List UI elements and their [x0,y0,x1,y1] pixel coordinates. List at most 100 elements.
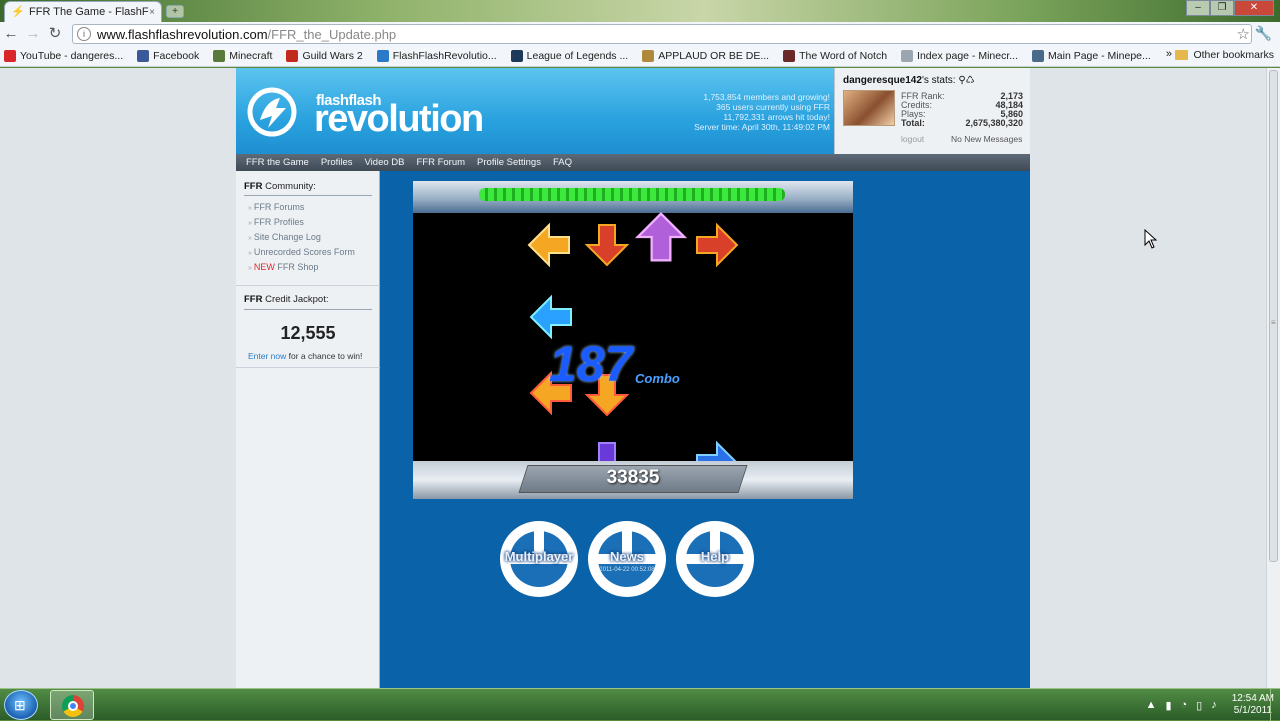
divider [236,367,380,368]
clock-date: 5/1/2011 [1233,705,1272,716]
new-tab-button[interactable]: + [166,5,184,18]
show-hidden-icons-icon[interactable]: ▲ [1146,699,1157,711]
notch-icon [783,50,796,62]
bookmark-item[interactable]: Facebook [133,50,199,62]
url-path: /FFR_the_Update.php [267,26,397,42]
site-stats: 1,753,854 members and growing! 365 users… [694,92,830,132]
vertical-scrollbar[interactable]: ≡ [1266,68,1280,688]
applaud-icon [642,50,655,62]
taskbar-chrome-button[interactable] [50,690,94,720]
logout-link[interactable]: logout [901,134,924,144]
news-button[interactable]: News 2011-04-22 00:52:08 [586,521,668,597]
sidebar-link-ffr-profiles[interactable]: FFR Profiles [248,217,304,227]
start-button[interactable]: ⊞ [4,690,38,720]
windows-taskbar: ⊞ ▲ ▮ ◔ ▯ ♪ 12:54 AM 5/1/2011 [0,688,1280,721]
facebook-icon [137,50,150,62]
show-desktop-button[interactable] [1270,689,1280,721]
bookmark-label: YouTube - dangeres... [20,50,124,62]
nav-ffr-forum[interactable]: FFR Forum [416,157,465,168]
bookmark-label: Guild Wars 2 [302,50,363,62]
sidebar: FFR Community: FFR Forums FFR Profiles S… [236,171,380,688]
bookmark-item[interactable]: League of Legends ... [507,50,628,62]
browser-toolbar: ← → ↻ i www.flashflashrevolution.com/FFR… [0,22,1280,46]
nav-video-db[interactable]: Video DB [365,157,405,168]
jackpot-enter-text: Enter now for a chance to win! [248,351,363,361]
receptor-down-arrow-icon [584,224,630,267]
avatar[interactable] [843,90,895,126]
nav-profiles[interactable]: Profiles [321,157,353,168]
bookmark-item[interactable]: The Word of Notch [779,50,887,62]
stat-members: 1,753,854 members and growing! [703,92,830,102]
taskbar-clock[interactable]: 12:54 AM 5/1/2011 [1232,693,1274,717]
tab-title: FFR The Game - FlashFlas... [29,6,149,18]
nav-profile-settings[interactable]: Profile Settings [477,157,541,168]
network-icon[interactable]: ▮ [1165,699,1171,712]
chrome-icon [62,695,84,717]
sidebar-link-ffr-shop[interactable]: NEW FFR Shop [248,262,319,272]
community-heading: FFR Community: [244,181,316,192]
combo-label: Combo [635,371,680,386]
maximize-button[interactable]: ❐ [1210,0,1234,16]
ffr-site: flashflash revolution 1,753,854 members … [236,68,1030,688]
bookmark-item[interactable]: Main Page - Minepe... [1028,50,1151,62]
clock-time: 12:54 AM [1231,693,1274,704]
stat-server-time: Server time: April 30th, 11:49:02 PM [694,122,830,132]
bookmark-item[interactable]: FlashFlashRevolutio... [373,50,497,62]
ffr-logo-icon[interactable] [246,86,298,138]
username-heading: dangeresque142's stats: ⚲♺ [843,75,975,86]
power-icon[interactable]: ▯ [1196,699,1202,712]
bookmark-item[interactable]: YouTube - dangeres... [0,50,123,62]
username-suffix: 's stats: [921,75,956,86]
divider [244,195,372,196]
volume-icon[interactable]: ♪ [1211,699,1217,711]
bookmark-star-icon[interactable]: ☆ [1237,25,1250,43]
scrollbar-thumb[interactable] [1269,70,1278,562]
nav-faq[interactable]: FAQ [553,157,572,168]
username[interactable]: dangeresque142 [843,75,922,86]
bookmark-item[interactable]: Guild Wars 2 [282,50,363,62]
messages-status[interactable]: No New Messages [951,134,1022,144]
ffr-icon [376,50,389,62]
game-canvas[interactable]: 187 Combo 33835 [413,181,853,499]
nav-ffr-the-game[interactable]: FFR the Game [246,157,309,168]
bookmarks-overflow-chevron[interactable]: » [1166,48,1172,60]
minimize-button[interactable]: – [1186,0,1210,16]
address-bar[interactable]: i www.flashflashrevolution.com/FFR_the_U… [72,24,1252,44]
multiplayer-button[interactable]: Multiplayer [498,521,580,597]
sidebar-link-site-change-log[interactable]: Site Change Log [248,232,321,242]
tab-close-icon[interactable]: × [149,7,155,18]
forward-button[interactable]: → [22,23,44,45]
bookmark-item[interactable]: Minecraft [209,50,272,62]
sidebar-link-ffr-forums[interactable]: FFR Forums [248,202,305,212]
stats-icons[interactable]: ⚲♺ [958,75,974,86]
url-host: www.flashflashrevolution.com [97,26,268,42]
user-stats-box: dangeresque142's stats: ⚲♺ FFR Rank: 2,17… [834,68,1030,154]
score-value: 33835 [606,467,660,488]
bookmark-label: The Word of Notch [799,50,888,62]
page-viewport: flashflash revolution 1,753,854 members … [0,68,1266,688]
page-info-icon[interactable]: i [77,27,91,41]
wrench-menu-icon[interactable]: 🔧 [1255,25,1272,42]
divider [236,285,380,286]
close-window-button[interactable]: ✕ [1234,0,1274,16]
receptor-left-arrow-icon [527,222,570,268]
bookmark-label: Index page - Minecr... [917,50,1019,62]
bookmark-item[interactable]: Index page - Minecr... [897,50,1018,62]
other-bookmarks-button[interactable]: Other bookmarks [1175,49,1274,61]
receptor-right-arrow-icon [696,222,739,268]
bookmarks-bar: YouTube - dangeres... Facebook Minecraft Gu… [0,46,1280,67]
bookmark-item[interactable]: APPLAUD OR BE DE... [638,50,769,62]
enter-now-link[interactable]: Enter now [248,351,286,361]
bookmark-label: Facebook [153,50,200,62]
multiplayer-label: Multiplayer [504,549,574,564]
sidebar-link-unrecorded-scores[interactable]: Unrecorded Scores Form [248,247,355,257]
youtube-icon [4,50,16,62]
wifi-icon[interactable]: ◔ [1181,699,1188,711]
stat-arrows: 11,792,331 arrows hit today! [723,112,830,122]
back-button[interactable]: ← [0,23,22,45]
news-date: 2011-04-22 00:52:08 [599,567,655,573]
browser-tab[interactable]: ⚡ FFR The Game - FlashFlas... × [4,1,162,22]
help-button[interactable]: Help [674,521,756,597]
reload-button[interactable]: ↻ [44,23,66,45]
window-controls: – ❐ ✕ [1186,0,1274,16]
